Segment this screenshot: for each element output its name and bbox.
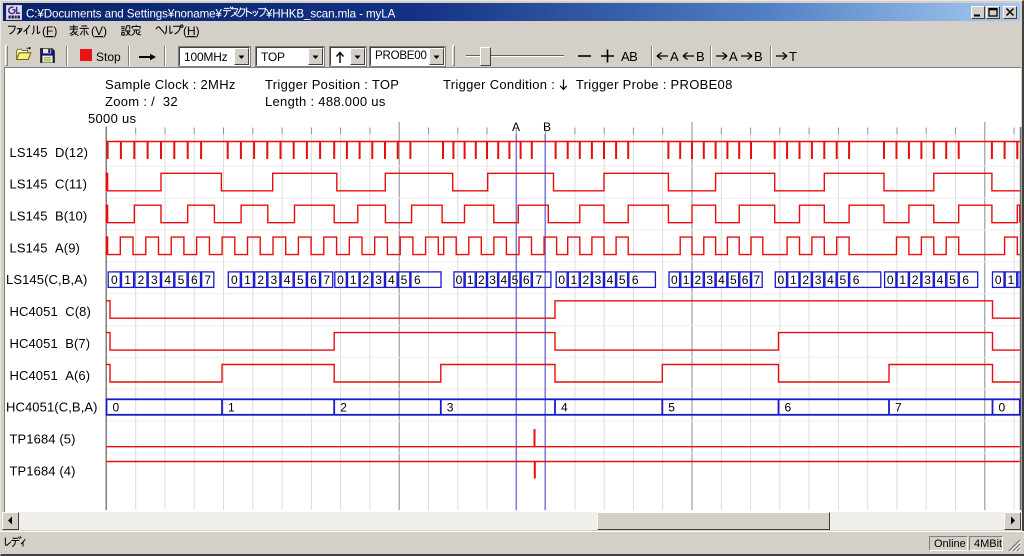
svg-text:3: 3: [706, 273, 713, 287]
svg-text:1: 1: [350, 273, 357, 287]
svg-text:5: 5: [840, 273, 847, 287]
svg-text:5: 5: [178, 273, 185, 287]
svg-text:2: 2: [340, 401, 347, 415]
svg-text:5: 5: [619, 273, 626, 287]
svg-text:2: 2: [363, 273, 370, 287]
svg-text:6: 6: [742, 273, 749, 287]
svg-text:7: 7: [895, 401, 902, 415]
svg-text:2: 2: [695, 273, 702, 287]
svg-text:3: 3: [815, 273, 822, 287]
svg-text:1: 1: [228, 401, 235, 415]
svg-text:3: 3: [924, 273, 931, 287]
svg-text:4: 4: [561, 401, 568, 415]
svg-text:0: 0: [337, 273, 344, 287]
svg-text:1: 1: [683, 273, 690, 287]
svg-text:2: 2: [583, 273, 590, 287]
svg-text:0: 0: [113, 401, 120, 415]
svg-text:1: 1: [899, 273, 906, 287]
svg-text:2: 2: [138, 273, 145, 287]
svg-text:1: 1: [467, 273, 474, 287]
svg-text:6: 6: [191, 273, 198, 287]
svg-text:7: 7: [535, 273, 542, 287]
svg-text:5: 5: [668, 401, 675, 415]
svg-text:4: 4: [500, 273, 507, 287]
svg-text:2: 2: [912, 273, 919, 287]
svg-text:7: 7: [323, 273, 330, 287]
svg-text:6: 6: [853, 273, 860, 287]
svg-text:0: 0: [995, 273, 1002, 287]
svg-text:6: 6: [414, 273, 421, 287]
svg-text:5: 5: [512, 273, 519, 287]
svg-text:4: 4: [388, 273, 395, 287]
svg-text:0: 0: [558, 273, 565, 287]
svg-text:4: 4: [827, 273, 834, 287]
svg-text:4: 4: [607, 273, 614, 287]
svg-text:6: 6: [523, 273, 530, 287]
svg-text:6: 6: [310, 273, 317, 287]
svg-text:1: 1: [1008, 273, 1015, 287]
svg-text:7: 7: [204, 273, 211, 287]
svg-text:0: 0: [887, 273, 894, 287]
svg-text:1: 1: [244, 273, 251, 287]
svg-text:3: 3: [271, 273, 278, 287]
svg-text:4: 4: [718, 273, 725, 287]
svg-text:3: 3: [375, 273, 382, 287]
svg-text:0: 0: [999, 401, 1006, 415]
svg-text:3: 3: [151, 273, 158, 287]
svg-text:5: 5: [949, 273, 956, 287]
svg-text:6: 6: [632, 273, 639, 287]
svg-text:3: 3: [595, 273, 602, 287]
svg-text:5: 5: [730, 273, 737, 287]
svg-text:4: 4: [284, 273, 291, 287]
svg-text:3: 3: [489, 273, 496, 287]
svg-text:2: 2: [257, 273, 264, 287]
svg-text:3: 3: [447, 401, 454, 415]
svg-text:5: 5: [401, 273, 408, 287]
svg-text:1: 1: [570, 273, 577, 287]
svg-text:4: 4: [937, 273, 944, 287]
svg-text:0: 0: [456, 273, 463, 287]
svg-text:2: 2: [802, 273, 809, 287]
svg-text:7: 7: [754, 273, 761, 287]
svg-text:4: 4: [164, 273, 171, 287]
svg-text:0: 0: [778, 273, 785, 287]
svg-text:1: 1: [124, 273, 131, 287]
svg-text:2: 2: [478, 273, 485, 287]
svg-text:1: 1: [790, 273, 797, 287]
svg-text:0: 0: [111, 273, 118, 287]
svg-text:0: 0: [231, 273, 238, 287]
svg-text:6: 6: [785, 401, 792, 415]
svg-text:6: 6: [962, 273, 969, 287]
svg-text:5: 5: [297, 273, 304, 287]
svg-text:0: 0: [671, 273, 678, 287]
